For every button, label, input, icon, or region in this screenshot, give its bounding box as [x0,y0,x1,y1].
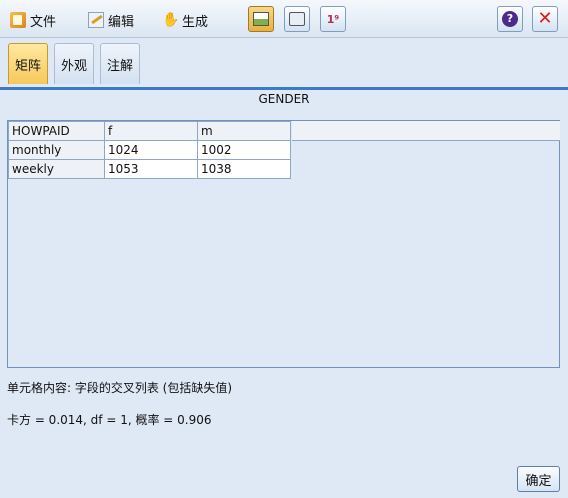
generate-menu[interactable]: ✋ 生成 [162,9,208,31]
table-row: weekly 1053 1038 [8,159,291,179]
tab-bar: 矩阵 外观 注解 [0,38,568,88]
edit-menu-label: 编辑 [108,14,135,30]
ok-button[interactable]: 确定 [517,466,560,492]
row-header[interactable]: monthly [8,140,105,160]
tab-underline [0,87,568,90]
printer-icon [289,12,305,26]
generate-menu-label: 生成 [182,14,209,30]
row-variable-header[interactable]: HOWPAID [8,121,105,141]
table-cell[interactable]: 1038 [197,159,291,179]
edit-menu[interactable]: 编辑 [88,9,134,31]
tab-matrix[interactable]: 矩阵 [8,43,49,84]
table-cell[interactable]: 1002 [197,140,291,160]
tab-matrix-label: 矩阵 [15,58,42,74]
table-row: monthly 1024 1002 [8,140,291,160]
table-icon [253,12,269,26]
edit-icon [88,12,104,28]
file-icon [10,12,26,28]
help-button[interactable]: ? [497,6,523,32]
ok-button-label: 确定 [525,473,552,489]
print-button[interactable] [284,6,310,32]
sort-icon: 1⁹ [326,12,340,26]
crosstab-table: HOWPAID f m monthly 1024 1002 weekly 105… [8,121,291,179]
toolbar: 文件 编辑 ✋ 生成 1⁹ ? ✕ [0,0,568,38]
column-header[interactable]: m [197,121,291,141]
file-menu-label: 文件 [30,14,57,30]
tab-appearance-label: 外观 [61,58,88,74]
table-view-button[interactable] [248,6,274,32]
tab-annotation[interactable]: 注解 [100,43,141,84]
matrix-table-area: HOWPAID f m monthly 1024 1002 weekly 105… [7,120,560,368]
column-header[interactable]: f [104,121,198,141]
tab-appearance[interactable]: 外观 [54,43,95,84]
header-strip [292,121,560,141]
close-icon: ✕ [537,8,553,29]
chi-square-result: 卡方 = 0.014, df = 1, 概率 = 0.906 [7,413,212,427]
table-cell[interactable]: 1024 [104,140,198,160]
column-variable-label: GENDER [258,92,310,106]
help-icon: ? [502,11,518,27]
cell-contents-note: 单元格内容: 字段的交叉列表 (包括缺失值) [7,381,233,395]
table-header-row: HOWPAID f m [8,121,291,141]
sort-button[interactable]: 1⁹ [320,6,346,32]
file-menu[interactable]: 文件 [10,9,56,31]
generate-icon: ✋ [162,12,180,28]
row-header[interactable]: weekly [8,159,105,179]
close-button[interactable]: ✕ [532,6,558,32]
tab-annotation-label: 注解 [107,58,134,74]
table-cell[interactable]: 1053 [104,159,198,179]
